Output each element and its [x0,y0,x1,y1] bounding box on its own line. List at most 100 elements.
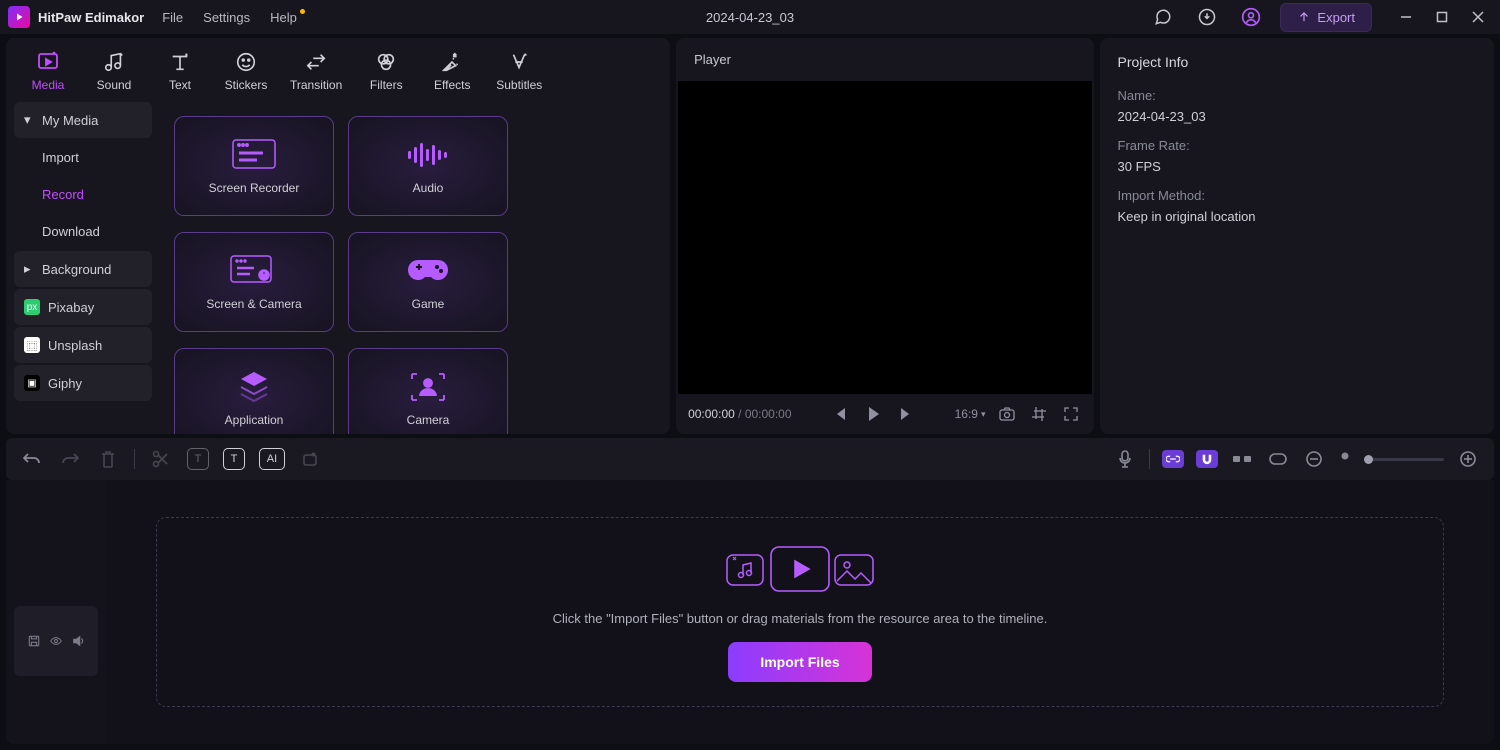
tool-tabs: Media Sound Text Stickers Transition Fil… [6,38,670,96]
play-file-icon [767,543,833,595]
text-box-button[interactable]: T [187,448,209,470]
screen-recorder-icon [229,137,279,173]
card-audio[interactable]: Audio [348,116,508,216]
fullscreen-button[interactable] [1060,403,1082,425]
zoom-slider[interactable] [1364,458,1444,461]
info-name-label: Name: [1118,88,1477,103]
timeline-body[interactable]: Click the "Import Files" button or drag … [106,480,1494,744]
info-fps-value: 30 FPS [1118,159,1477,174]
redo-button[interactable] [58,447,82,471]
undo-button[interactable] [20,447,44,471]
tab-stickers[interactable]: Stickers [216,46,276,96]
card-camera[interactable]: Camera [348,348,508,434]
timeline-dropzone[interactable]: Click the "Import Files" button or drag … [156,517,1444,707]
play-button[interactable] [862,403,884,425]
snapshot-button[interactable] [996,403,1018,425]
screen-camera-icon [228,253,280,289]
window-minimize[interactable] [1392,3,1420,31]
player-title: Player [676,38,1093,81]
sidebar-record[interactable]: Record [14,177,152,212]
player-panel: Player 00:00:00 / 00:00:00 16:9▾ [676,38,1093,434]
magnet-toggle[interactable] [1196,450,1218,468]
card-screen-camera[interactable]: Screen & Camera [174,232,334,332]
camera-icon [408,369,448,405]
timeline: Click the "Import Files" button or drag … [6,480,1494,744]
split-button[interactable] [149,447,173,471]
sidebar-my-media[interactable]: ▾My Media [14,102,152,138]
window-close[interactable] [1464,3,1492,31]
link-toggle[interactable] [1162,450,1184,468]
info-fps-label: Frame Rate: [1118,138,1477,153]
dropzone-icons [721,543,879,595]
sidebar-import[interactable]: Import [14,140,152,175]
info-panel: Project Info Name: 2024-04-23_03 Frame Ra… [1100,38,1495,434]
pixabay-icon: px [24,299,40,315]
next-frame-button[interactable] [894,403,916,425]
app-logo [8,6,30,28]
zoom-marker-icon [1338,447,1352,471]
resource-sidebar: ▾My Media Import Record Download ▸Backgr… [6,96,156,434]
aspect-ratio[interactable]: 16:9▾ [955,407,986,421]
download-icon[interactable] [1192,2,1222,32]
speaker-icon [72,635,84,647]
sidebar-unsplash[interactable]: ⿴Unsplash [14,327,152,363]
card-screen-recorder[interactable]: Screen Recorder [174,116,334,216]
tab-transition[interactable]: Transition [282,46,350,96]
text-box-button-2[interactable]: T [223,448,245,470]
info-import-value: Keep in original location [1118,209,1477,224]
sidebar-download[interactable]: Download [14,214,152,249]
fit-button[interactable] [1266,447,1290,471]
export-label: Export [1317,10,1355,25]
zoom-out-button[interactable] [1302,447,1326,471]
export-clip-button[interactable] [299,447,323,471]
menu-help[interactable]: Help [270,10,297,25]
menu-settings[interactable]: Settings [203,10,250,25]
tab-filters[interactable]: Filters [356,46,416,96]
player-time: 00:00:00 / 00:00:00 [688,407,791,421]
tab-media[interactable]: Media [18,46,78,96]
sidebar-pixabay[interactable]: pxPixabay [14,289,152,325]
sidebar-background[interactable]: ▸Background [14,251,152,287]
image-file-icon [829,549,879,589]
zoom-in-button[interactable] [1456,447,1480,471]
tab-subtitles[interactable]: Subtitles [488,46,550,96]
account-icon[interactable] [1236,2,1266,32]
info-panel-title: Project Info [1118,54,1477,70]
timeline-toolbar: T T AI [6,438,1494,480]
timeline-track-headers [6,480,106,744]
project-title: 2024-04-23_03 [706,10,794,25]
feedback-icon[interactable] [1148,2,1178,32]
menu-file[interactable]: File [162,10,183,25]
dropzone-hint: Click the "Import Files" button or drag … [553,611,1048,626]
music-file-icon [721,549,771,589]
game-icon [406,253,450,289]
giphy-icon: ▣ [24,375,40,391]
export-button[interactable]: Export [1280,3,1372,32]
card-application[interactable]: Application [174,348,334,434]
tab-effects[interactable]: Effects [422,46,482,96]
crop-button[interactable] [1028,403,1050,425]
main-menu: File Settings Help [162,10,297,25]
voice-button[interactable] [1113,447,1137,471]
info-name-value: 2024-04-23_03 [1118,109,1477,124]
import-files-button[interactable]: Import Files [728,642,871,682]
unsplash-icon: ⿴ [24,337,40,353]
player-canvas[interactable] [678,81,1091,394]
split-view-button[interactable] [1230,447,1254,471]
player-controls: 00:00:00 / 00:00:00 16:9▾ [676,394,1093,434]
application-icon [237,369,271,405]
ai-button[interactable]: AI [259,448,285,470]
delete-button[interactable] [96,447,120,471]
track-header[interactable] [14,606,98,676]
app-name: HitPaw Edimakor [38,10,144,25]
audio-icon [404,137,452,173]
prev-frame-button[interactable] [830,403,852,425]
resource-panel: Media Sound Text Stickers Transition Fil… [6,38,670,434]
sidebar-giphy[interactable]: ▣Giphy [14,365,152,401]
window-maximize[interactable] [1428,3,1456,31]
eye-icon [50,635,62,647]
tab-text[interactable]: Text [150,46,210,96]
tab-sound[interactable]: Sound [84,46,144,96]
record-cards: Screen Recorder Audio Screen & Camera Ga… [156,96,670,434]
card-game[interactable]: Game [348,232,508,332]
